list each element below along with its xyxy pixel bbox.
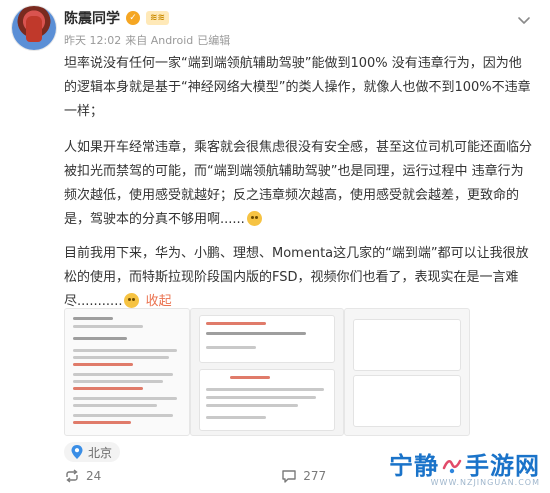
post-source: 来自 Android: [125, 34, 194, 47]
post-paragraph-2-text: 人如果开车经常违章，乘客就会很焦虑很没有安全感，甚至这位司机可能还面临分被扣光而…: [64, 140, 533, 227]
comment-icon: [282, 470, 296, 483]
author-name[interactable]: 陈震同学: [64, 8, 120, 28]
location-tag[interactable]: 北京: [64, 442, 121, 462]
comment-button[interactable]: 277: [281, 468, 326, 484]
action-bar: 24 277: [64, 468, 326, 484]
collapse-link[interactable]: 收起: [146, 294, 172, 309]
repost-button[interactable]: 24: [64, 468, 101, 484]
smiley-emoji-icon: [246, 211, 262, 226]
author-row: 陈震同学 ✓ ≋≋: [64, 8, 170, 28]
avatar[interactable]: [12, 6, 56, 50]
watermark-title-a: 宁静: [389, 452, 439, 480]
site-watermark: 宁静 手游网 WWW.NZJINGUAN.COM: [389, 452, 540, 487]
post-paragraph-2: 人如果开车经常违章，乘客就会很焦虑很没有安全感，甚至这位司机可能还面临分被扣光而…: [64, 136, 534, 232]
post-image-1[interactable]: [64, 308, 190, 436]
post-paragraph-1: 坦率说没有任何一家“端到端领航辅助驾驶”能做到100% 没有违章行为，因为他的逻…: [64, 56, 531, 119]
repost-count: 24: [86, 469, 102, 483]
post-meta: 昨天 12:02 来自 Android 已编辑: [64, 32, 230, 48]
edited-label[interactable]: 已编辑: [197, 32, 230, 48]
chevron-down-icon[interactable]: [516, 12, 532, 28]
verified-icon: ✓: [126, 11, 140, 25]
location-name: 北京: [88, 445, 113, 460]
level-badge: ≋≋: [146, 11, 170, 25]
watermark-title-b: 手游网: [465, 452, 540, 480]
comment-count: 277: [303, 469, 327, 483]
post-image-3[interactable]: [344, 308, 470, 436]
watermark-logo-icon: [442, 459, 462, 474]
repost-icon: [66, 469, 78, 483]
smiley-emoji-icon: [124, 293, 140, 308]
location-pin-icon: [71, 445, 83, 459]
post-paragraph-3: 目前我用下来，华为、小鹏、理想、Momenta这几家的“端到端”都可以让我很放松…: [64, 242, 534, 314]
post-image-2[interactable]: [190, 308, 344, 436]
post-time: 昨天 12:02: [64, 34, 122, 47]
